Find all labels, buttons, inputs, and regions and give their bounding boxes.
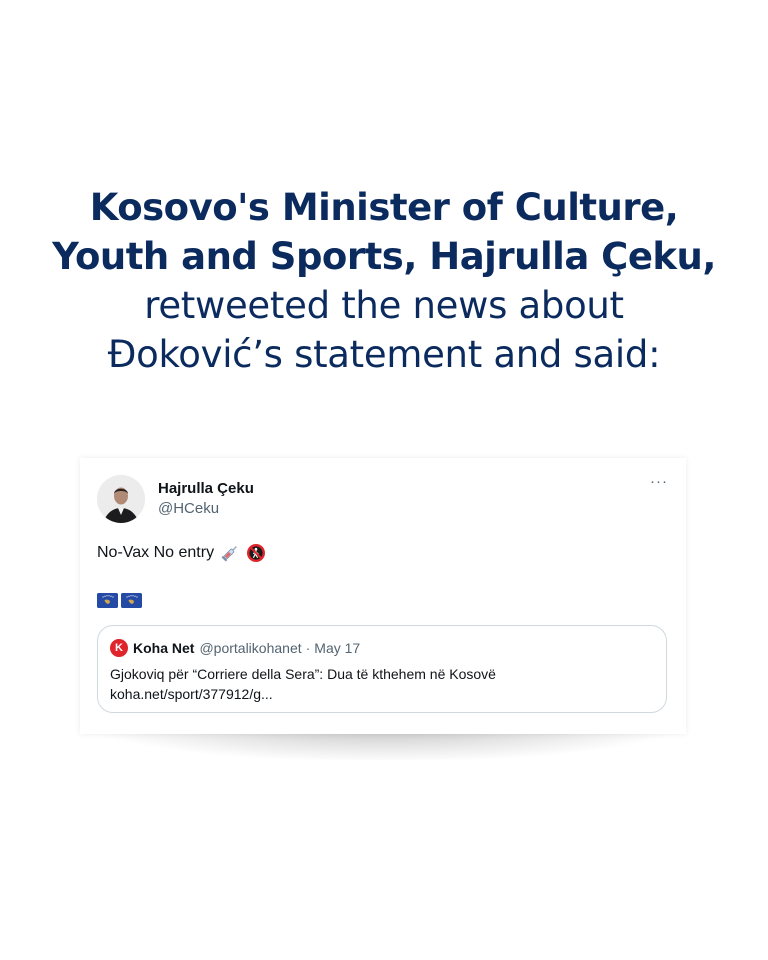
quoted-date[interactable]: May 17 xyxy=(314,640,360,656)
quoted-display-name[interactable]: Koha Net xyxy=(133,640,194,656)
quoted-tweet-header: K Koha Net @portalikohanet · May 17 xyxy=(110,639,360,657)
separator-dot: · xyxy=(305,640,311,656)
quoted-user-handle[interactable]: @portalikohanet xyxy=(199,640,301,656)
headline-line-4: Đoković’s statement and said: xyxy=(107,333,661,376)
flags-row xyxy=(97,593,142,608)
display-name[interactable]: Hajrulla Çeku xyxy=(158,480,254,497)
tweet-card: Hajrulla Çeku @HCeku ··· No-Vax No entry xyxy=(80,458,686,734)
syringe-icon xyxy=(220,543,240,563)
koha-logo-icon: K xyxy=(110,639,128,657)
tweet-text-content: No-Vax No entry xyxy=(97,544,215,561)
no-pedestrians-icon xyxy=(246,543,266,563)
headline-line-3: retweeted the news about xyxy=(144,284,624,327)
quoted-link[interactable]: koha.net/sport/377912/g... xyxy=(110,684,273,704)
quoted-tweet[interactable]: K Koha Net @portalikohanet · May 17 Gjok… xyxy=(97,625,667,713)
avatar[interactable] xyxy=(97,475,145,523)
more-options-icon[interactable]: ··· xyxy=(648,474,670,496)
user-handle[interactable]: @HCeku xyxy=(158,500,219,517)
quoted-text: Gjokoviq për “Corriere della Sera”: Dua … xyxy=(110,666,496,682)
headline: Kosovo's Minister of Culture, Youth and … xyxy=(0,183,768,379)
kosovo-flag-icon xyxy=(97,593,118,608)
tweet-text: No-Vax No entry xyxy=(97,543,266,563)
kosovo-flag-icon xyxy=(121,593,142,608)
headline-line-1: Kosovo's Minister of Culture, xyxy=(89,186,679,229)
headline-line-2: Youth and Sports, Hajrulla Çeku, xyxy=(52,235,716,278)
